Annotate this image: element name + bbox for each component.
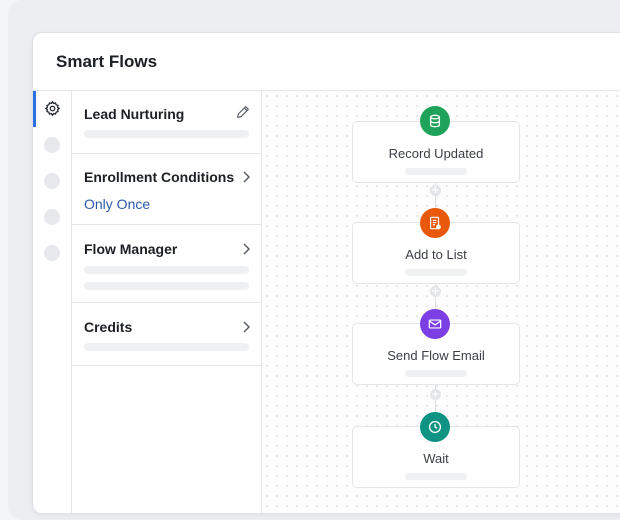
enrollment-value[interactable]: Only Once <box>84 196 150 212</box>
envelope-icon <box>428 319 442 329</box>
node-label: Wait <box>423 451 449 466</box>
smart-flows-window: Smart Flows Lead Nurturing Enrollment Co… <box>32 32 620 514</box>
flow-name: Lead Nurturing <box>84 106 185 122</box>
node-icon-badge <box>420 106 450 136</box>
placeholder-line <box>84 266 249 274</box>
section-title: Enrollment Conditions <box>84 169 235 185</box>
placeholder-line <box>84 282 249 290</box>
node-icon-badge <box>420 208 450 238</box>
add-step-button[interactable]: + <box>430 185 441 196</box>
placeholder-line <box>405 168 467 175</box>
chevron-right-icon <box>243 243 251 255</box>
rail-item-settings[interactable] <box>33 91 71 127</box>
node-label: Record Updated <box>388 146 484 161</box>
list-document-icon <box>430 216 441 230</box>
node-label: Send Flow Email <box>387 348 485 363</box>
add-step-button[interactable]: + <box>430 286 441 297</box>
chevron-right-icon <box>243 171 251 183</box>
rail-item-placeholder[interactable] <box>44 173 60 189</box>
node-icon-badge <box>420 309 450 339</box>
placeholder-line <box>405 473 467 480</box>
section-title: Flow Manager <box>84 241 178 257</box>
rail-item-placeholder[interactable] <box>44 245 60 261</box>
page-title: Smart Flows <box>56 52 158 71</box>
flow-settings-panel: Lead Nurturing Enrollment Conditions Onl… <box>72 91 262 513</box>
node-label: Add to List <box>405 247 467 262</box>
section-flow-manager[interactable]: Flow Manager <box>72 225 261 303</box>
add-step-button[interactable]: + <box>430 389 441 400</box>
placeholder-line <box>405 370 467 377</box>
section-credits[interactable]: Credits <box>72 303 261 366</box>
placeholder-line <box>84 343 249 351</box>
flow-canvas[interactable]: + + + Record Updated Add to List Send Fl… <box>262 91 620 513</box>
header: Smart Flows <box>33 33 620 91</box>
node-icon-badge <box>420 412 450 442</box>
icon-rail <box>33 91 72 513</box>
placeholder-line <box>405 269 467 276</box>
section-title: Credits <box>84 319 133 335</box>
chevron-right-icon <box>243 321 251 333</box>
section-enrollment-conditions[interactable]: Enrollment Conditions Only Once <box>72 154 261 225</box>
rail-item-placeholder[interactable] <box>44 209 60 225</box>
pencil-icon[interactable] <box>235 104 251 120</box>
rail-item-placeholder[interactable] <box>44 137 60 153</box>
clock-icon <box>428 420 442 434</box>
gear-icon <box>44 100 61 117</box>
placeholder-line <box>84 130 249 138</box>
database-icon <box>429 114 441 128</box>
section-lead-nurturing[interactable]: Lead Nurturing <box>72 91 261 154</box>
